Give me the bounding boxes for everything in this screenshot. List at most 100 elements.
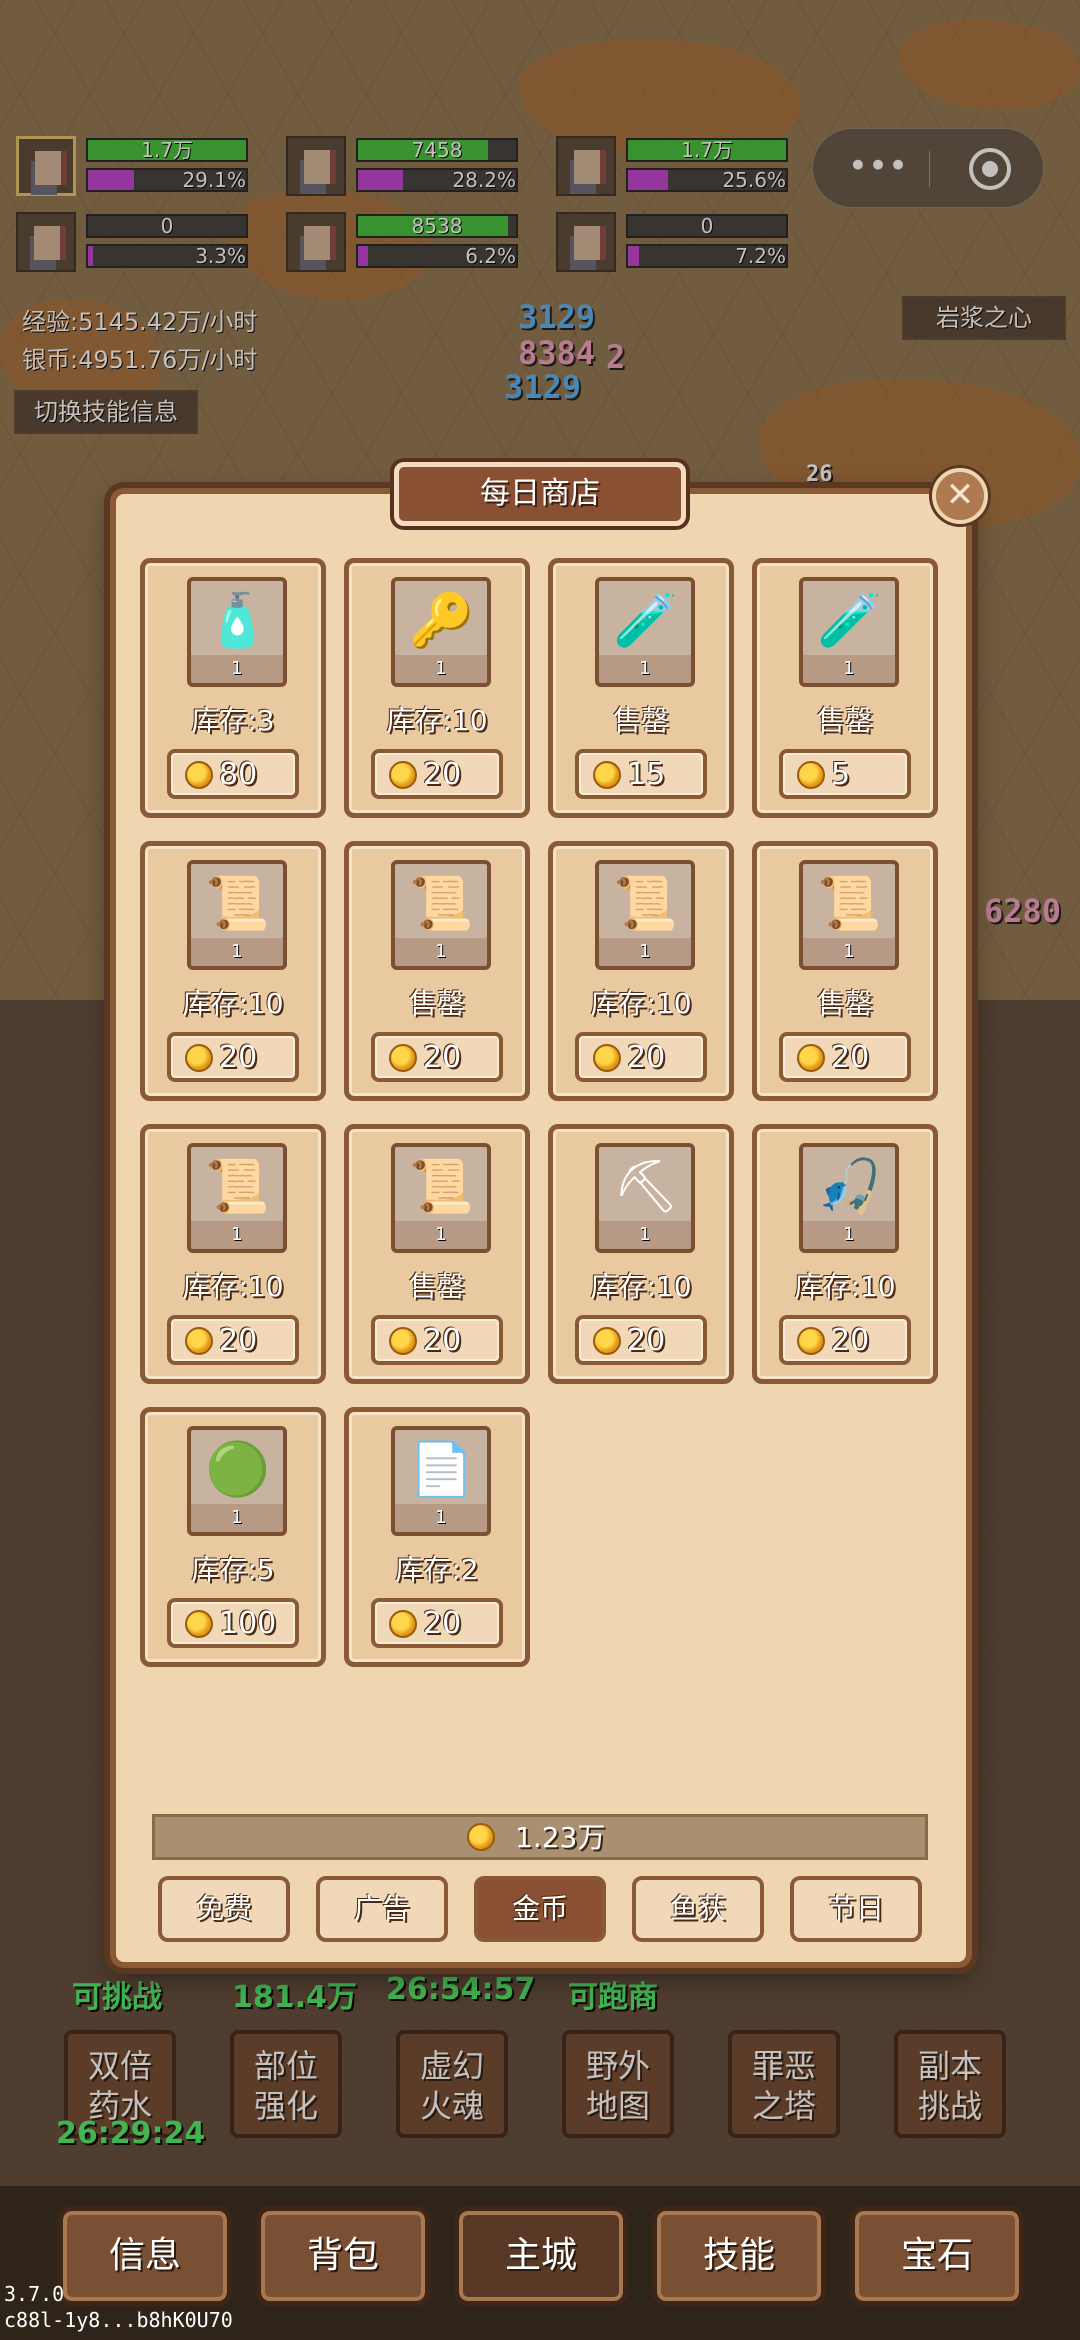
buy-button[interactable]: 20 xyxy=(371,1032,503,1082)
buy-button[interactable]: 20 xyxy=(167,1032,299,1082)
coin-icon xyxy=(467,1823,495,1851)
hero-portrait[interactable] xyxy=(16,212,76,272)
key-icon: 🔑 xyxy=(409,591,474,651)
buy-button[interactable]: 20 xyxy=(167,1315,299,1365)
item-stock: 库存:5 xyxy=(191,1553,275,1586)
price-value: 20 xyxy=(627,1323,666,1358)
hp-bar: 0 xyxy=(86,214,248,238)
bottle-cross-icon: 🧴 xyxy=(205,591,270,651)
close-icon[interactable]: ✕ xyxy=(932,468,988,524)
coin-icon xyxy=(593,1044,621,1072)
buy-button[interactable]: 20 xyxy=(779,1032,911,1082)
shop-item-card[interactable]: 🔑 1 库存:10 20 xyxy=(344,558,530,818)
xp-percent: 7.2% xyxy=(735,244,786,268)
hero-card[interactable]: 1.7万 29.1% xyxy=(16,136,256,196)
xp-bar: 29.1% xyxy=(86,168,248,192)
buy-button[interactable]: 20 xyxy=(371,749,503,799)
hp-value: 8538 xyxy=(411,214,463,238)
shop-tab[interactable]: 广告 xyxy=(316,1876,448,1942)
gold-balance: 1.23万 xyxy=(152,1814,928,1860)
green-potion-icon: 🧪 xyxy=(817,591,882,651)
shop-item-card[interactable]: ⛏ 1 库存:10 20 xyxy=(548,1124,734,1384)
shop-item-card[interactable]: 🎣 1 库存:10 20 xyxy=(752,1124,938,1384)
shop-tab[interactable]: 节日 xyxy=(790,1876,922,1942)
scroll-red-ribbon-icon: 📜 xyxy=(409,874,474,934)
nav-tab[interactable]: 宝石 xyxy=(850,2206,1024,2306)
green-eye-orb-icon: 🟢 xyxy=(205,1440,270,1500)
item-slot: 🧪 1 xyxy=(595,577,695,687)
more-dots-icon[interactable]: ••• xyxy=(843,149,913,189)
coin-icon xyxy=(593,1327,621,1355)
nav-tab[interactable]: 主城 xyxy=(454,2206,628,2306)
xp-percent: 25.6% xyxy=(722,168,786,192)
hero-card[interactable]: 8538 6.2% xyxy=(286,212,526,272)
shop-item-card[interactable]: 📄 1 库存:2 20 xyxy=(344,1407,530,1667)
buy-button[interactable]: 15 xyxy=(575,749,707,799)
feature-button-label: 副本 xyxy=(917,2047,982,2085)
hero-portrait[interactable] xyxy=(286,212,346,272)
shop-item-card[interactable]: 🟢 1 库存:5 100 xyxy=(140,1407,326,1667)
price-value: 20 xyxy=(423,757,462,792)
buy-button[interactable]: 20 xyxy=(371,1315,503,1365)
hero-portrait[interactable] xyxy=(556,136,616,196)
item-stock: 售罄 xyxy=(408,1270,465,1303)
buy-button[interactable]: 20 xyxy=(575,1315,707,1365)
nav-tab[interactable]: 信息 xyxy=(58,2206,232,2306)
price-value: 20 xyxy=(831,1040,870,1075)
coin-icon xyxy=(389,1327,417,1355)
hero-card[interactable]: 0 7.2% xyxy=(556,212,796,272)
shop-tab[interactable]: 鱼获 xyxy=(632,1876,764,1942)
shop-item-card[interactable]: 📜 1 库存:10 20 xyxy=(140,841,326,1101)
shop-item-card[interactable]: 🧴 1 库存:3 80 xyxy=(140,558,326,818)
shop-item-card[interactable]: 📜 1 售罄 20 xyxy=(344,841,530,1101)
buy-button[interactable]: 5 xyxy=(779,749,911,799)
buy-button[interactable]: 20 xyxy=(779,1315,911,1365)
shop-item-card[interactable]: 🧪 1 售罄 15 xyxy=(548,558,734,818)
lava-patch xyxy=(900,20,1080,110)
hero-card[interactable]: 7458 28.2% xyxy=(286,136,526,196)
shop-item-card[interactable]: 📜 1 售罄 20 xyxy=(344,1124,530,1384)
hero-card[interactable]: 0 3.3% xyxy=(16,212,256,272)
shop-item-card[interactable]: 📜 1 库存:10 20 xyxy=(548,841,734,1101)
feature-button[interactable]: 副本 挑战 xyxy=(894,2030,1006,2138)
hero-portrait[interactable] xyxy=(16,136,76,196)
zone-name-label[interactable]: 岩浆之心 xyxy=(902,296,1066,340)
feature-button[interactable]: 野外 地图 xyxy=(562,2030,674,2138)
price-value: 5 xyxy=(831,757,851,792)
silver-rate: 银币:4951.76万/小时 xyxy=(22,346,258,374)
shop-item-card[interactable]: 📜 1 售罄 20 xyxy=(752,841,938,1101)
feature-button[interactable]: 部位 强化 xyxy=(230,2030,342,2138)
shop-item-card[interactable]: 📜 1 库存:10 20 xyxy=(140,1124,326,1384)
item-quantity: 1 xyxy=(843,658,855,679)
shop-tab[interactable]: 免费 xyxy=(158,1876,290,1942)
shop-item-card[interactable]: 🧪 1 售罄 5 xyxy=(752,558,938,818)
double-potion-timer: 26:29:24 xyxy=(56,2116,206,2151)
xp-percent: 3.3% xyxy=(195,244,246,268)
buy-button[interactable]: 80 xyxy=(167,749,299,799)
item-stock: 库存:10 xyxy=(590,1270,692,1303)
price-value: 20 xyxy=(219,1323,258,1358)
buy-button[interactable]: 100 xyxy=(167,1598,299,1648)
feature-button-label: 部位 xyxy=(253,2047,318,2085)
nav-tab[interactable]: 背包 xyxy=(256,2206,430,2306)
scroll-blue-ribbon-icon: 📜 xyxy=(817,874,882,934)
shop-tab[interactable]: 金币 xyxy=(474,1876,606,1942)
xp-bar-fill xyxy=(628,170,669,190)
hero-card[interactable]: 1.7万 25.6% xyxy=(556,136,796,196)
switch-skill-info-button[interactable]: 切换技能信息 xyxy=(14,390,198,434)
price-value: 100 xyxy=(219,1606,277,1641)
xp-bar: 3.3% xyxy=(86,244,248,268)
target-icon[interactable] xyxy=(969,148,1011,190)
hp-bar: 1.7万 xyxy=(86,138,248,162)
hero-portrait[interactable] xyxy=(286,136,346,196)
xp-bar-fill xyxy=(88,170,134,190)
feature-button[interactable]: 罪恶 之塔 xyxy=(728,2030,840,2138)
nav-tab[interactable]: 技能 xyxy=(652,2206,826,2306)
buy-button[interactable]: 20 xyxy=(371,1598,503,1648)
buy-button[interactable]: 20 xyxy=(575,1032,707,1082)
xp-percent: 28.2% xyxy=(452,168,516,192)
item-quantity: 1 xyxy=(435,941,447,962)
hero-portrait[interactable] xyxy=(556,212,616,272)
feature-button[interactable]: 虚幻 火魂 xyxy=(396,2030,508,2138)
feature-button-label: 罪恶 xyxy=(751,2047,816,2085)
